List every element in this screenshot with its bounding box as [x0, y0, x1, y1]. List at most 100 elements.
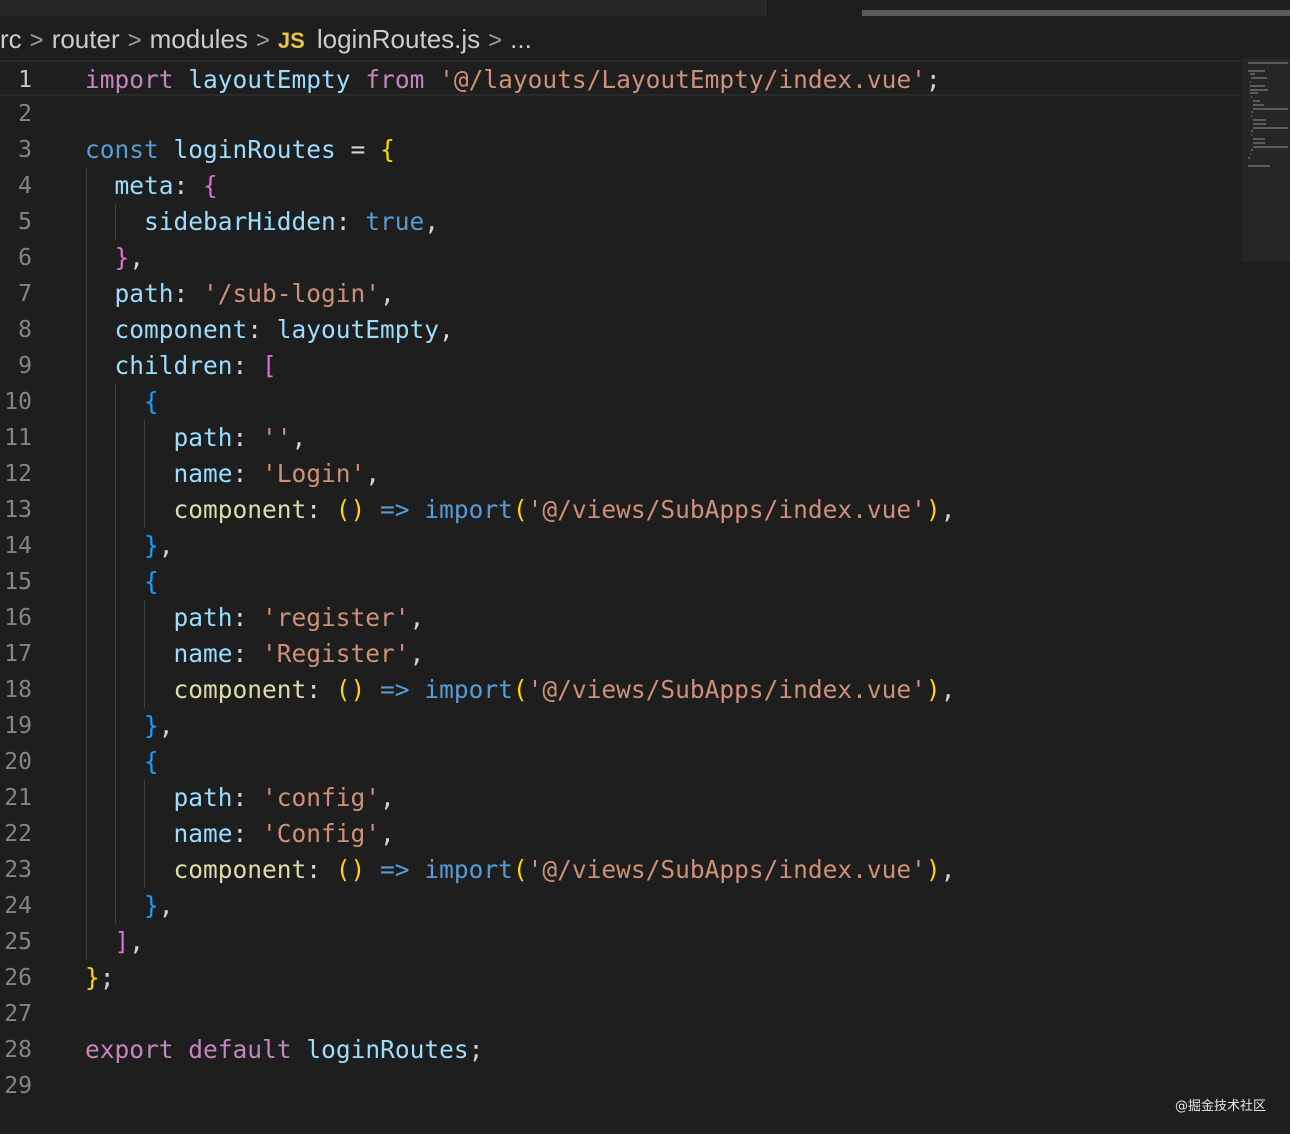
minimap[interactable] [1242, 58, 1290, 262]
code-token: ; [925, 65, 941, 94]
code-token: ] [114, 927, 130, 956]
code-line[interactable]: 2 [0, 96, 1240, 132]
line-number: 21 [4, 785, 32, 811]
code-token: path [85, 423, 233, 452]
code-token: } [144, 711, 159, 740]
indent-guide [143, 780, 145, 888]
code-line[interactable]: 6 }, [0, 240, 1240, 276]
code-line[interactable]: 28 export default loginRoutes; [0, 1032, 1240, 1068]
code-token: { [144, 747, 159, 776]
code-text: }, [85, 528, 174, 564]
code-token: import [424, 855, 513, 884]
code-line[interactable]: 14 }, [0, 528, 1240, 564]
tab-separator [765, 0, 766, 16]
code-line[interactable]: 4 meta: { [0, 168, 1240, 204]
code-line[interactable]: 16 path: 'register', [0, 600, 1240, 636]
code-token: sidebarHidden [85, 207, 336, 236]
code-line[interactable]: 12 name: 'Login', [0, 456, 1240, 492]
breadcrumb-item-file[interactable]: loginRoutes.js [317, 22, 480, 56]
code-line[interactable]: 8 component: layoutEmpty, [0, 312, 1240, 348]
code-token: , [158, 531, 174, 560]
code-token: ; [99, 963, 115, 992]
code-token: () [335, 495, 366, 524]
code-line[interactable]: 5 sidebarHidden: true, [0, 204, 1240, 240]
line-number: 16 [4, 605, 32, 631]
code-line[interactable]: 1 import layoutEmpty from '@/layouts/Layo… [0, 60, 1240, 96]
minimap-line [1249, 84, 1265, 87]
code-token: 'register' [262, 603, 410, 632]
code-token: } [144, 531, 159, 560]
code-token: , [409, 639, 425, 668]
code-token: , [380, 783, 395, 812]
code-line[interactable]: 18 component: () => import('@/views/SubA… [0, 672, 1240, 708]
code-line[interactable]: 17 name: 'Register', [0, 636, 1240, 672]
code-line[interactable]: 13 component: () => import('@/views/SubA… [0, 492, 1240, 528]
code-token: path [85, 279, 174, 308]
code-token: path [85, 783, 233, 812]
code-token: component [85, 855, 307, 884]
line-number: 27 [4, 1001, 32, 1027]
code-line[interactable]: 27 [0, 996, 1240, 1032]
code-token: name [85, 819, 233, 848]
code-line[interactable]: 20 { [0, 744, 1240, 780]
minimap-line [1252, 100, 1260, 102]
breadcrumb-item-src[interactable]: rc [0, 22, 22, 56]
code-token: : [232, 819, 263, 848]
code-editor[interactable]: 1 import layoutEmpty from '@/layouts/Layo… [0, 60, 1240, 1110]
code-text: children: [ [85, 348, 277, 384]
editor-tab-bar [0, 0, 1290, 16]
minimap-line [1252, 107, 1288, 110]
code-text: component: () => import('@/views/SubApps… [85, 852, 956, 888]
code-token: , [291, 423, 307, 452]
line-number: 3 [18, 137, 32, 163]
code-text: sidebarHidden: true, [85, 204, 439, 240]
breadcrumb-item-symbol[interactable]: ... [510, 22, 532, 56]
code-line[interactable]: 10 { [0, 384, 1240, 420]
code-text: { [85, 744, 159, 780]
line-number: 5 [18, 209, 32, 235]
code-token: { [144, 387, 159, 416]
minimap-line [1248, 69, 1265, 72]
code-token: import [424, 495, 513, 524]
code-token: 'Config' [262, 819, 381, 848]
code-line[interactable]: 24 }, [0, 888, 1240, 924]
code-line[interactable]: 25 ], [0, 924, 1240, 960]
code-token: ) [925, 675, 941, 704]
line-number: 20 [4, 749, 32, 775]
breadcrumb-item-router[interactable]: router [52, 22, 120, 56]
code-line[interactable]: 7 path: '/sub-login', [0, 276, 1240, 312]
code-line[interactable]: 26}; [0, 960, 1240, 996]
code-token: : [232, 603, 263, 632]
editor-tab[interactable] [0, 0, 765, 16]
code-token: , [365, 459, 381, 488]
code-text: }; [85, 960, 115, 996]
code-line[interactable]: 19 }, [0, 708, 1240, 744]
code-token: component [85, 315, 248, 344]
code-line[interactable]: 23 component: () => import('@/views/SubA… [0, 852, 1240, 888]
minimap-line [1251, 130, 1253, 133]
code-token: , [380, 819, 395, 848]
code-text: path: '', [85, 420, 307, 456]
breadcrumb-item-modules[interactable]: modules [150, 22, 248, 56]
indent-guide [114, 384, 116, 924]
minimap-line [1252, 145, 1288, 148]
code-token: : [232, 783, 263, 812]
code-text: export default loginRoutes; [85, 1032, 483, 1068]
code-token: import [424, 675, 513, 704]
code-token: { [144, 567, 159, 596]
code-line[interactable]: 15 { [0, 564, 1240, 600]
code-token: : [306, 675, 336, 704]
code-line[interactable]: 11 path: '', [0, 420, 1240, 456]
code-line[interactable]: 21 path: 'config', [0, 780, 1240, 816]
code-line[interactable]: 3 const loginRoutes = { [0, 132, 1240, 168]
code-token: { [203, 171, 218, 200]
code-token: const [85, 135, 159, 164]
tab-scrollbar[interactable] [862, 10, 1290, 16]
code-token: layoutEmpty [276, 315, 440, 344]
code-text: ], [85, 924, 145, 960]
code-line[interactable]: 29 [0, 1068, 1240, 1104]
code-token: : [306, 495, 336, 524]
code-line[interactable]: 9 children: [ [0, 348, 1240, 384]
code-line[interactable]: 22 name: 'Config', [0, 816, 1240, 852]
code-token: children [85, 351, 233, 380]
